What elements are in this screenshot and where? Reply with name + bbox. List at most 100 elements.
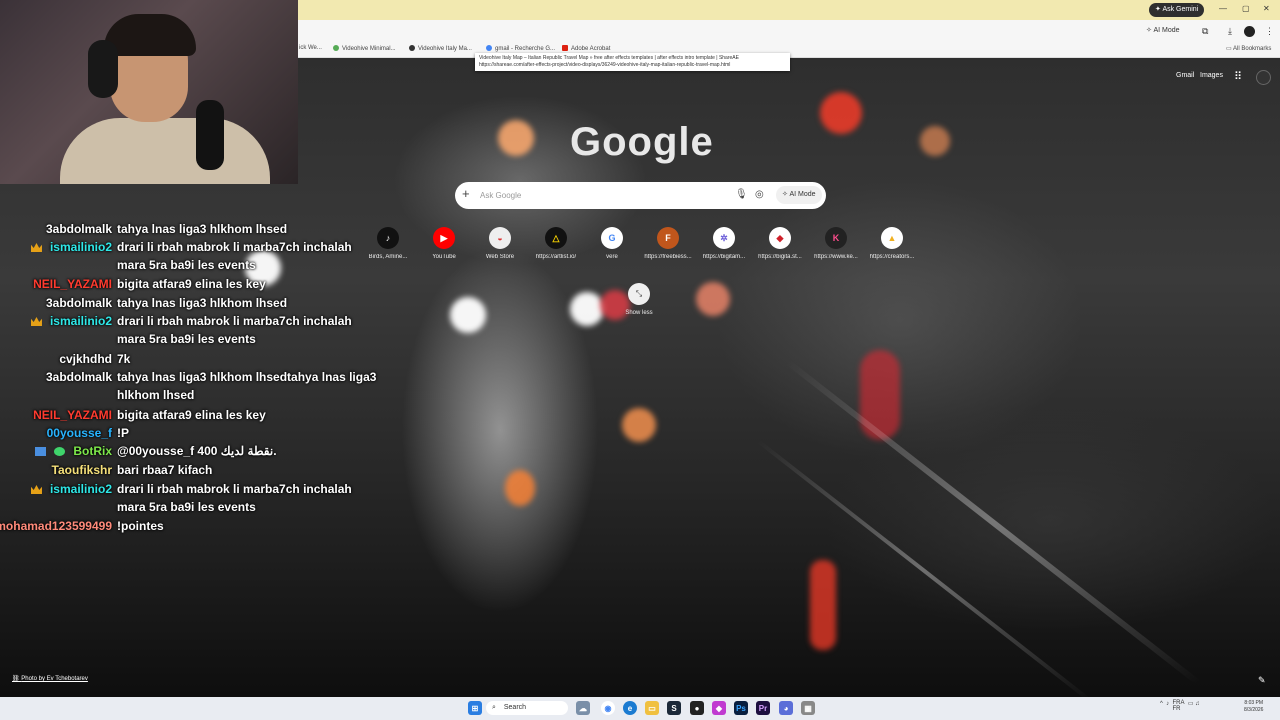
all-bookmarks-button[interactable]: ▭ All Bookmarks [1226,45,1271,52]
photoshop-icon[interactable]: Ps [734,701,748,715]
bookmark-item[interactable]: Videohive Italy Ma... [409,45,472,52]
system-tray[interactable]: ^ ♪ FRA FR ▭ ♫ [1160,700,1200,712]
ai-mode-button[interactable]: ✧ AI Mode [776,186,822,204]
chat-username[interactable]: NEIL_YAZAMI [33,406,112,424]
show-less-label: Show less [625,310,653,316]
account-avatar[interactable] [1256,70,1271,85]
tooltip-title: Videohive Italy Map – Italian Republic T… [479,55,739,61]
chat-username[interactable]: Taoufikshr [52,461,112,479]
microphone-icon[interactable]: 🎙 [735,189,748,200]
search-input[interactable]: Ask Google [480,191,521,200]
shortcut-label: YouTube [432,254,456,260]
shortcut-icon: G [601,227,623,249]
file-explorer-icon[interactable]: ▭ [645,701,659,715]
shortcut-tile[interactable]: △ https://artlist.io/ [528,227,584,260]
edge-icon[interactable]: e [623,701,637,715]
chat-username[interactable]: 3abdolmalk [46,368,112,386]
gmail-link[interactable]: Gmail [1176,72,1194,79]
widgets-icon[interactable]: ☁ [576,701,590,715]
bookmark-item[interactable]: ick We... [299,45,322,51]
bot-badge-icon [54,447,66,456]
bookmark-favicon [333,45,339,51]
chat-username[interactable]: 3abdolmalk [46,220,112,238]
shortcut-label: https://freebiess... [644,254,692,260]
ask-gemini-button[interactable]: ✦ Ask Gemini [1149,3,1205,17]
lens-icon[interactable]: ◎ [755,189,764,200]
chat-message-text: drari li rbah mabrok li marba7ch inchala… [117,240,352,272]
show-less-button[interactable]: ⤡ Show less [611,283,667,316]
bookmark-label: ick We... [299,45,322,51]
chat-username[interactable]: NEIL_YAZAMI [33,275,112,293]
chat-username[interactable]: BotRix [35,442,112,460]
bookmark-item[interactable]: gmail - Recherche G... [486,45,555,52]
chat-username[interactable]: 3abdolmalk [46,294,112,312]
app-icon[interactable]: ◆ [712,701,726,715]
maximize-button[interactable]: ▢ [1242,4,1250,14]
photo-credit-label: Photo by Ev Tchebotarev [21,676,88,682]
chat-message-text: bigita atfara9 elina les key [117,408,266,422]
chat-message-text: !P [117,426,129,440]
shortcut-tile[interactable]: Gvere [584,227,640,260]
close-button[interactable]: ✕ [1263,4,1270,14]
bookmark-label: Videohive Italy Ma... [418,46,472,52]
bot-badge-icon [35,447,47,456]
google-icon [486,45,492,51]
shortcut-tile[interactable]: ▲ https://creators... [864,227,920,260]
clock[interactable]: 8:03 PM 8/3/2026 [1244,700,1263,714]
chat-username[interactable]: cvjkhdhd [59,350,112,368]
shortcut-tile[interactable]: ▶ YouTube [416,227,472,260]
bokeh-light [450,297,486,333]
shortcut-icon: ▶ [433,227,455,249]
collapse-icon: ⤡ [628,283,650,305]
language-indicator[interactable]: FRA FR [1172,700,1184,712]
bokeh-light [820,92,862,134]
steam-icon[interactable]: S [667,701,681,715]
images-link[interactable]: Images [1200,72,1223,79]
shortcut-icon: ▲ [881,227,903,249]
chat-username[interactable]: ismailinio2 [30,312,112,330]
photo-credit-link[interactable]: ⛓ Photo by Ev Tchebotarev [12,675,88,682]
shortcut-tile[interactable]: Khttps://www.ke... [808,227,864,260]
minimize-button[interactable]: — [1219,4,1227,14]
bookmark-item[interactable]: Adobe Acrobat [562,45,610,52]
chat-message-text: @00yousse_f 400 نقطة لديك. [117,444,277,458]
taskbar-search-label: Search [503,704,527,711]
calculator-icon[interactable]: ▦ [801,701,815,715]
bokeh-light [505,470,535,506]
chat-username-text: 3abdolmalk [45,370,112,384]
customize-pencil-icon[interactable]: ✎ [1258,675,1266,686]
app-icon[interactable]: ● [690,701,704,715]
ai-mode-label: AI Mode [789,191,816,198]
download-icon[interactable]: ⤓ [1228,26,1232,36]
extensions-icon[interactable]: ⧉ [1202,26,1208,36]
chat-username[interactable]: ismailinio2 [30,480,112,498]
ai-mode-chip[interactable]: ✧ AI Mode [1146,26,1180,34]
start-icon[interactable]: ⊞ [468,701,482,715]
bokeh-light [622,408,656,442]
shortcut-tile[interactable]: ◒ Web Store [472,227,528,260]
chat-username-text: ismailinio2 [49,482,112,496]
menu-icon[interactable]: ⋮ [1265,26,1274,36]
bookmark-item[interactable]: Videohive Minimal... [333,45,396,52]
shortcut-icon: ◒ [489,227,511,249]
profile-avatar[interactable] [1244,26,1255,37]
chat-username[interactable]: ismailinio2 [30,238,112,256]
shortcut-tile[interactable]: Fhttps://freebiess... [640,227,696,260]
chat-username-text: mohamad123599499 [0,519,112,533]
chrome-icon[interactable]: ◉ [601,701,615,715]
shortcut-tile[interactable]: ✲ https://bigitam... [696,227,752,260]
premiere-icon[interactable]: Pr [756,701,770,715]
bokeh-light [498,120,534,156]
discord-icon[interactable]: ◕ [779,701,793,715]
chat-username[interactable]: 00yousse_f [47,424,112,442]
shortcut-icon: ✲ [713,227,735,249]
acrobat-icon [562,45,568,51]
plus-icon[interactable]: + [462,186,470,201]
apps-grid-icon[interactable]: ⠿ [1234,70,1242,83]
ask-gemini-label: Ask Gemini [1162,6,1199,13]
clock-time: 8:03 PM [1244,700,1264,706]
chat-username[interactable]: mohamad123599499 [0,517,112,535]
crown-badge-icon [30,485,42,494]
shortcut-tile[interactable]: ◆ https://bigita.st... [752,227,808,260]
taskbar-search[interactable]: ⌕ Search [486,701,568,715]
